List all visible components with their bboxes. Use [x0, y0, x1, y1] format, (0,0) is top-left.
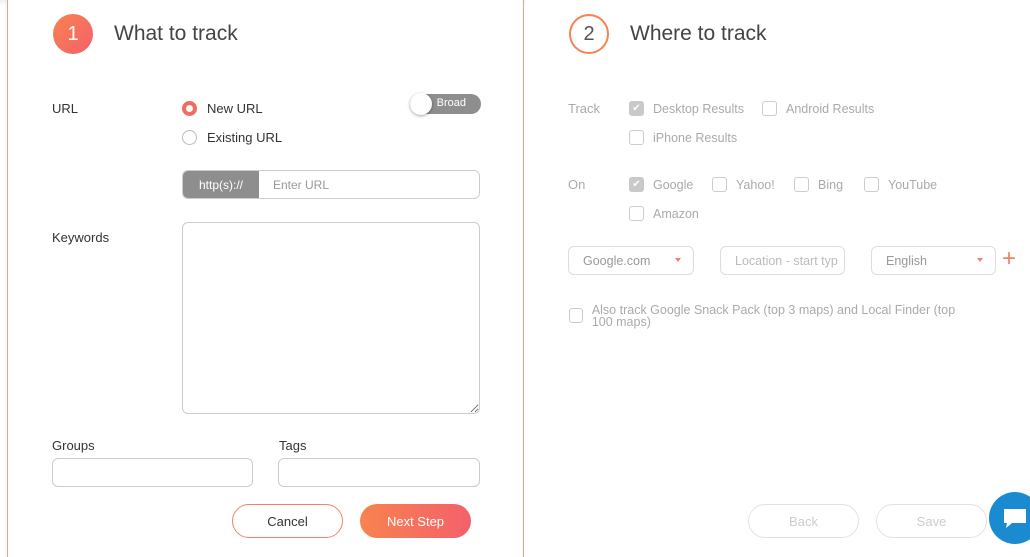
checkbox-google[interactable]: ✔ Google	[629, 177, 693, 192]
save-button[interactable]: Save	[876, 504, 987, 538]
checkbox[interactable]	[794, 177, 809, 192]
checkbox-amazon[interactable]: Amazon	[629, 206, 699, 221]
url-label: URL	[52, 101, 79, 116]
checkbox[interactable]	[712, 177, 727, 192]
domain-select-value: Google.com	[583, 253, 651, 268]
snack-pack-option[interactable]: Also track Google Snack Pack (top 3 maps…	[569, 304, 979, 328]
tags-input[interactable]	[278, 458, 480, 487]
radio-new-url-label: New URL	[207, 101, 263, 116]
url-input-group: http(s)://	[182, 170, 480, 199]
url-input[interactable]	[259, 171, 479, 198]
radio-existing-url[interactable]: Existing URL	[182, 130, 282, 145]
language-select-value: English	[886, 253, 927, 268]
checkbox-iphone-label: iPhone Results	[653, 130, 738, 145]
chevron-down-icon	[675, 258, 681, 262]
radio-new-url[interactable]: New URL	[182, 101, 263, 116]
step-1-badge: 1	[53, 14, 93, 54]
keywords-label: Keywords	[52, 230, 110, 245]
groups-label: Groups	[52, 438, 95, 453]
track-label: Track	[568, 101, 601, 116]
broad-toggle[interactable]: Broad	[410, 93, 481, 115]
language-select[interactable]: English	[871, 246, 996, 275]
step-2-title: Where to track	[630, 22, 767, 45]
checkbox-bing[interactable]: Bing	[794, 177, 843, 192]
checkbox[interactable]	[864, 177, 879, 192]
next-step-button[interactable]: Next Step	[360, 504, 471, 538]
back-button[interactable]: Back	[748, 504, 859, 538]
plus-icon[interactable]: +	[1002, 247, 1016, 271]
checkbox-android-label: Android Results	[786, 101, 875, 116]
checkbox[interactable]	[629, 130, 644, 145]
checkbox-android[interactable]: Android Results	[762, 101, 874, 116]
checkbox[interactable]	[629, 206, 644, 221]
checkbox-desktop-label: Desktop Results	[653, 101, 745, 116]
checkbox-bing-label: Bing	[818, 177, 844, 192]
checkbox-desktop[interactable]: ✔ Desktop Results	[629, 101, 744, 116]
step-2-badge: 2	[569, 14, 609, 54]
step-2-panel: 2 Where to track Track ✔ Desktop Results…	[525, 0, 1030, 557]
snack-pack-label: Also track Google Snack Pack (top 3 maps…	[591, 303, 956, 329]
cancel-button[interactable]: Cancel	[232, 504, 343, 538]
broad-toggle-label: Broad	[436, 97, 466, 109]
checkbox-checked[interactable]: ✔	[629, 177, 644, 192]
tags-label: Tags	[279, 438, 307, 453]
step-1-panel: 1 What to track URL New URL Existing URL…	[7, 0, 524, 557]
checkbox-iphone[interactable]: iPhone Results	[629, 130, 737, 145]
on-label: On	[568, 177, 586, 192]
checkbox-checked[interactable]: ✔	[629, 101, 644, 116]
keywords-textarea[interactable]	[182, 222, 480, 414]
toggle-knob[interactable]	[410, 93, 432, 115]
step-1-title: What to track	[114, 22, 238, 45]
chat-icon	[1004, 509, 1026, 528]
checkbox-yahoo-label: Yahoo!	[736, 177, 775, 192]
checkbox-yahoo[interactable]: Yahoo!	[712, 177, 775, 192]
radio-button-selected[interactable]	[182, 101, 197, 116]
url-prefix: http(s)://	[183, 171, 259, 198]
checkbox-youtube-label: YouTube	[888, 177, 938, 192]
checkbox[interactable]	[762, 101, 777, 116]
checkbox[interactable]	[569, 308, 583, 323]
radio-existing-url-label: Existing URL	[207, 130, 283, 145]
groups-input[interactable]	[52, 458, 253, 487]
chevron-down-icon	[977, 258, 983, 262]
checkbox-google-label: Google	[653, 177, 694, 192]
radio-button[interactable]	[182, 130, 197, 145]
search-engine-domain-select[interactable]: Google.com	[568, 246, 694, 275]
checkbox-amazon-label: Amazon	[653, 206, 699, 221]
checkbox-youtube[interactable]: YouTube	[864, 177, 937, 192]
location-input[interactable]	[720, 246, 845, 275]
